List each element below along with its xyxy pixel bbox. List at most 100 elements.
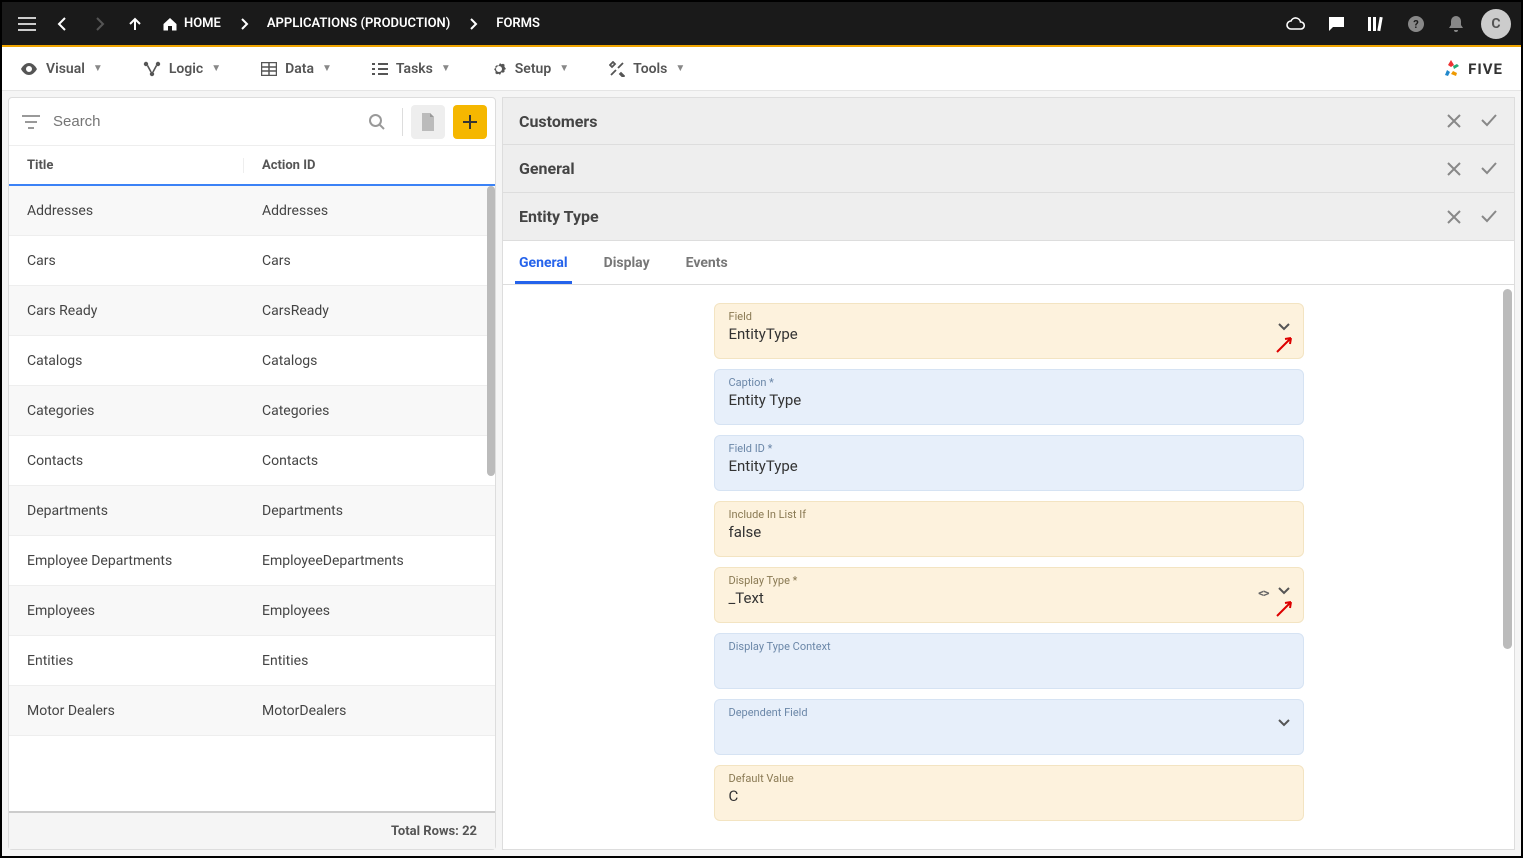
row-action: EmployeeDepartments (244, 553, 495, 569)
tab-events[interactable]: Events (682, 245, 732, 284)
section-entity-type: Entity Type (502, 193, 1515, 241)
table-row[interactable]: Employee DepartmentsEmployeeDepartments (9, 536, 495, 586)
help-icon[interactable]: ? (1401, 9, 1431, 39)
menu-data-label: Data (285, 61, 314, 77)
eye-icon (20, 63, 38, 75)
menu-tools[interactable]: Tools▼ (609, 61, 685, 77)
menu-data[interactable]: Data▼ (261, 61, 332, 77)
table-row[interactable]: CategoriesCategories (9, 386, 495, 436)
field-field-value: EntityType (729, 325, 1289, 343)
table-row[interactable]: Motor DealersMotorDealers (9, 686, 495, 736)
search-icon[interactable] (360, 105, 394, 139)
table-row[interactable]: ContactsContacts (9, 436, 495, 486)
cloud-icon[interactable] (1281, 9, 1311, 39)
field-displayctx-label: Display Type Context (729, 640, 1289, 653)
document-icon[interactable] (411, 105, 445, 139)
field-field-label: Field (729, 310, 1289, 323)
breadcrumb-forms[interactable]: FORMS (490, 16, 546, 31)
check-icon[interactable] (1480, 113, 1498, 129)
field-dependent-label: Dependent Field (729, 706, 1289, 719)
section-general: General (502, 145, 1515, 193)
breadcrumb-home[interactable]: HOME (156, 16, 227, 31)
hamburger-icon[interactable] (12, 9, 42, 39)
breadcrumb-apps[interactable]: APPLICATIONS (PRODUCTION) (261, 16, 456, 31)
chevron-down-icon[interactable] (1277, 718, 1291, 728)
chevron-down-icon[interactable] (1277, 322, 1291, 332)
code-icon[interactable]: <> (1258, 586, 1268, 600)
menu-logic-label: Logic (169, 61, 203, 77)
check-icon[interactable] (1480, 209, 1498, 225)
field-fieldid[interactable]: Field ID * EntityType (714, 435, 1304, 491)
menu-tasks[interactable]: Tasks▼ (372, 61, 451, 77)
field-displaytype[interactable]: Display Type * _Text <> (714, 567, 1304, 623)
menu-logic[interactable]: Logic▼ (143, 61, 221, 77)
tab-general[interactable]: General (515, 245, 572, 284)
field-dependent[interactable]: Dependent Field (714, 699, 1304, 755)
row-title: Cars Ready (9, 303, 244, 319)
breadcrumb-separator-2 (462, 17, 484, 31)
add-button[interactable] (453, 105, 487, 139)
breadcrumb-apps-label: APPLICATIONS (PRODUCTION) (267, 16, 450, 31)
field-displaytype-label: Display Type * (729, 574, 1289, 587)
table-row[interactable]: EmployeesEmployees (9, 586, 495, 636)
menu-setup[interactable]: Setup▼ (491, 61, 569, 77)
column-title[interactable]: Title (9, 158, 244, 173)
row-action: Catalogs (244, 353, 495, 369)
logic-icon (143, 61, 161, 77)
table-row[interactable]: EntitiesEntities (9, 636, 495, 686)
total-rows-label: Total Rows: 22 (391, 824, 477, 839)
bell-icon[interactable] (1441, 9, 1471, 39)
table-row[interactable]: Cars ReadyCarsReady (9, 286, 495, 336)
breadcrumb-separator-1 (233, 17, 255, 31)
chat-icon[interactable] (1321, 9, 1351, 39)
up-icon[interactable] (120, 9, 150, 39)
form-scrollbar[interactable] (1503, 289, 1512, 649)
table-row[interactable]: CarsCars (9, 236, 495, 286)
list-scrollbar[interactable] (487, 186, 495, 476)
home-icon (162, 17, 178, 31)
field-caption[interactable]: Caption * Entity Type (714, 369, 1304, 425)
field-include-value: false (729, 523, 1289, 541)
section-customers: Customers (502, 97, 1515, 145)
check-icon[interactable] (1480, 161, 1498, 177)
field-include[interactable]: Include In List If false (714, 501, 1304, 557)
section-customers-title: Customers (519, 112, 597, 131)
chevron-down-icon[interactable] (1277, 586, 1291, 596)
tab-display[interactable]: Display (600, 245, 654, 284)
field-caption-value: Entity Type (729, 391, 1289, 409)
row-action: Departments (244, 503, 495, 519)
table-row[interactable]: DepartmentsDepartments (9, 486, 495, 536)
row-title: Contacts (9, 453, 244, 469)
field-displayctx[interactable]: Display Type Context (714, 633, 1304, 689)
row-title: Categories (9, 403, 244, 419)
menu-visual-label: Visual (46, 61, 85, 77)
table-row[interactable]: CatalogsCatalogs (9, 336, 495, 386)
close-icon[interactable] (1446, 161, 1462, 177)
menu-tasks-label: Tasks (396, 61, 433, 77)
field-default[interactable]: Default Value C (714, 765, 1304, 821)
filter-icon[interactable] (17, 115, 45, 129)
field-field[interactable]: Field EntityType (714, 303, 1304, 359)
back-icon[interactable] (48, 9, 78, 39)
row-action: MotorDealers (244, 703, 495, 719)
row-action: Entities (244, 653, 495, 669)
toolbar-divider (402, 108, 403, 136)
row-action: Employees (244, 603, 495, 619)
table-row[interactable]: AddressesAddresses (9, 186, 495, 236)
avatar[interactable]: C (1481, 9, 1511, 39)
menu-setup-label: Setup (515, 61, 551, 77)
column-action[interactable]: Action ID (244, 158, 495, 173)
row-action: CarsReady (244, 303, 495, 319)
close-icon[interactable] (1446, 113, 1462, 129)
row-title: Motor Dealers (9, 703, 244, 719)
close-icon[interactable] (1446, 209, 1462, 225)
search-input[interactable] (53, 113, 352, 130)
field-fieldid-label: Field ID * (729, 442, 1289, 455)
brand-logo: FIVE (1440, 58, 1503, 80)
row-action: Addresses (244, 203, 495, 219)
menu-visual[interactable]: Visual▼ (20, 61, 103, 77)
field-default-label: Default Value (729, 772, 1289, 785)
row-title: Employee Departments (9, 553, 244, 569)
library-icon[interactable] (1361, 9, 1391, 39)
field-displaytype-value: _Text (729, 589, 1289, 607)
